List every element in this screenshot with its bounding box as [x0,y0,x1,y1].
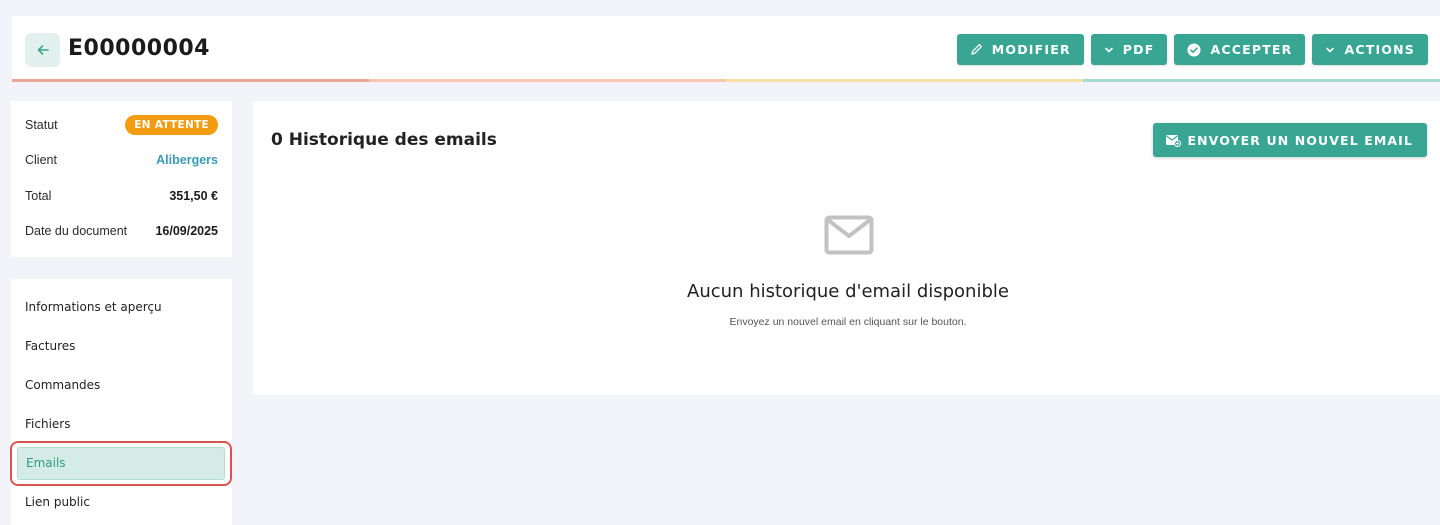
actions-button[interactable]: ACTIONS [1312,34,1428,65]
date-row: Date du document 16/09/2025 [25,214,218,250]
client-link[interactable]: Alibergers [156,153,218,167]
pencil-icon [971,44,982,55]
page-header: E00000004 MODIFIER PDF ACCEPTER ACTIONS [12,16,1440,82]
total-row: Total 351,50 € [25,178,218,214]
emails-panel-title: 0 Historique des emails [271,130,497,150]
nav-item-emails-label: Emails [17,446,225,480]
pdf-button-label: PDF [1122,42,1155,57]
total-label: Total [25,188,52,203]
chevron-down-icon [1104,47,1113,52]
section-nav: Informations et aperçu Factures Commande… [10,279,232,525]
status-row: Statut EN ATTENTE [25,107,218,143]
accept-button-label: ACCEPTER [1210,42,1293,57]
date-value: 16/09/2025 [155,224,218,239]
chevron-down-icon [1326,47,1335,52]
empty-state-title: Aucun historique d'email disponible [687,281,1009,302]
nav-item-fichiers[interactable]: Fichiers [11,404,232,443]
send-new-email-button[interactable]: ENVOYER UN NOUVEL EMAIL [1153,123,1427,157]
total-value: 351,50 € [169,188,218,203]
stripe-segment-1 [12,79,369,82]
stripe-segment-4 [1083,79,1440,82]
document-info-card: Statut EN ATTENTE Client Alibergers Tota… [11,101,232,257]
header-toolbar: MODIFIER PDF ACCEPTER ACTIONS [956,34,1428,65]
page-title: E00000004 [68,36,210,61]
arrow-left-icon [37,45,49,55]
envelope-icon [824,215,874,255]
stripe-segment-2 [369,79,726,82]
header-color-stripe [12,79,1440,82]
pdf-button[interactable]: PDF [1090,34,1168,65]
modify-button[interactable]: MODIFIER [956,34,1084,65]
mail-plus-icon [1166,135,1182,147]
nav-item-lien-public[interactable]: Lien public [11,482,232,521]
accept-button[interactable]: ACCEPTER [1174,34,1306,65]
stripe-segment-3 [726,79,1083,82]
actions-button-label: ACTIONS [1344,42,1415,57]
status-badge: EN ATTENTE [125,114,218,135]
send-new-email-label: ENVOYER UN NOUVEL EMAIL [1187,132,1413,148]
modify-button-label: MODIFIER [991,42,1071,57]
check-circle-icon [1187,43,1201,56]
date-label: Date du document [25,224,128,239]
nav-item-informations[interactable]: Informations et aperçu [11,287,232,326]
empty-state-subtitle: Envoyez un nouvel email en cliquant sur … [729,316,967,328]
client-row: Client Alibergers [25,143,218,179]
back-button[interactable] [25,33,60,67]
nav-item-emails[interactable]: Emails [10,441,232,486]
client-label: Client [25,153,57,168]
status-label: Statut [25,117,58,132]
emails-panel: 0 Historique des emails ENVOYER UN NOUVE… [253,101,1440,395]
nav-item-commandes[interactable]: Commandes [11,365,232,404]
nav-item-factures[interactable]: Factures [11,326,232,365]
